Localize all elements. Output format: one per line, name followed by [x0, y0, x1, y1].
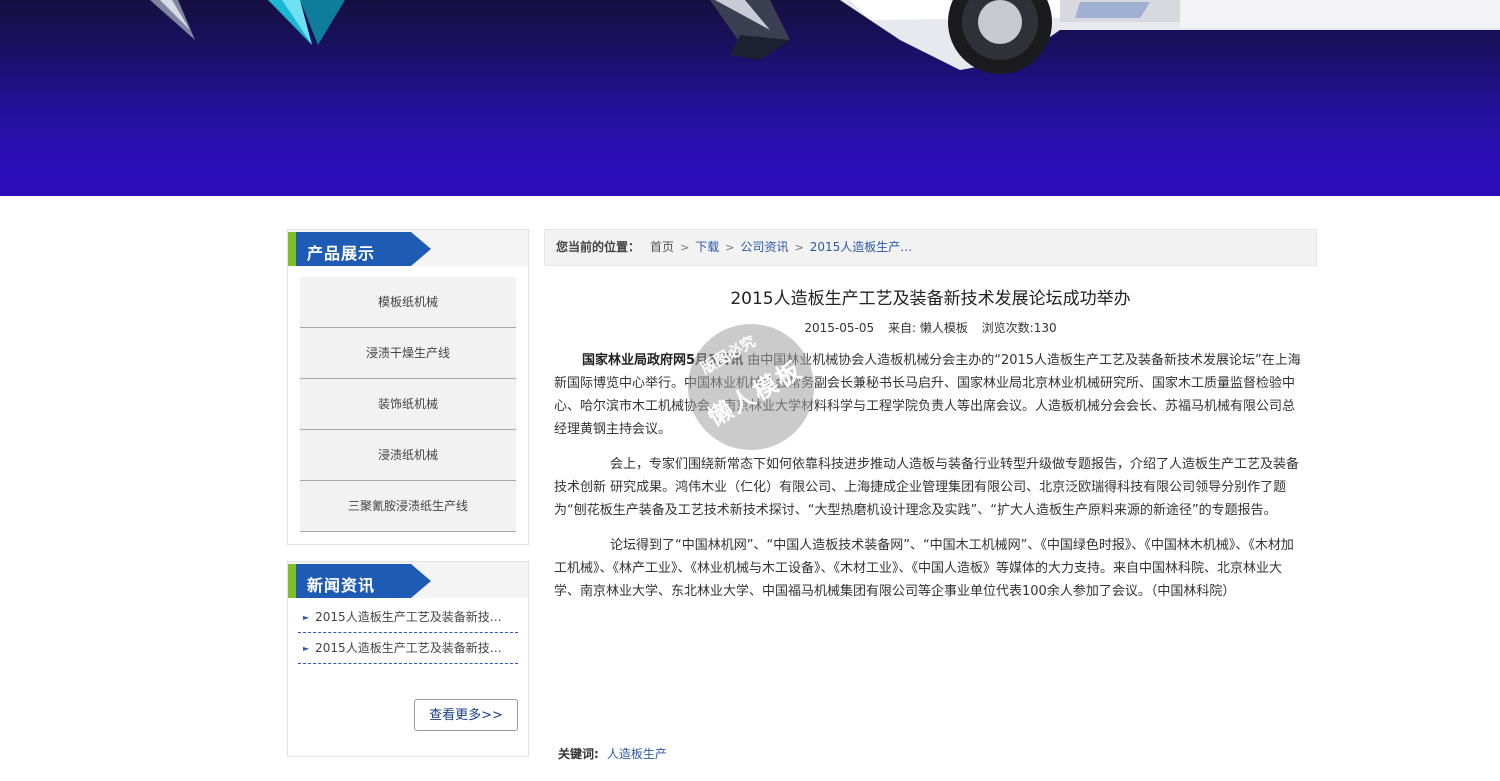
breadcrumb-company-news[interactable]: 公司资讯 [740, 240, 788, 254]
header-green-bar [288, 564, 296, 598]
breadcrumb-current[interactable]: 2015人造板生产… [810, 240, 913, 254]
news-panel-title: 新闻资讯 [307, 576, 376, 595]
bullet-arrow-icon: ► [303, 613, 310, 622]
breadcrumb-label: 您当前的位置： [556, 240, 641, 254]
products-panel-header: 产品展示 [288, 230, 528, 266]
products-panel: 产品展示 模板纸机械 浸渍干燥生产线 装饰纸机械 浸渍纸机械 三聚氰胺浸渍纸生产… [287, 229, 529, 545]
news-panel: 新闻资讯 ► 2015人造板生产工艺及装备新技… ► 2015人造板生产工艺及装备新… [287, 561, 529, 757]
news-list: ► 2015人造板生产工艺及装备新技… ► 2015人造板生产工艺及装备新技… [288, 598, 528, 688]
product-item[interactable]: 三聚氰胺浸渍纸生产线 [300, 481, 516, 532]
more-wrap: 查看更多>> [288, 688, 528, 756]
header-green-bar [288, 232, 296, 266]
news-item-label: 2015人造板生产工艺及装备新技… [315, 610, 502, 624]
chevron-right-icon: > [680, 241, 690, 254]
chevron-right-icon: > [725, 241, 735, 254]
news-item[interactable]: ► 2015人造板生产工艺及装备新技… [298, 633, 518, 664]
news-item[interactable]: ► 2015人造板生产工艺及装备新技… [298, 602, 518, 633]
products-panel-title: 产品展示 [307, 244, 376, 263]
banner-artwork [150, 0, 1500, 74]
breadcrumb-download[interactable]: 下载 [695, 240, 719, 254]
article-views: 浏览次数:130 [981, 321, 1057, 335]
watermark-stamp: 版图必究 懒人模板 [688, 324, 814, 450]
product-item[interactable]: 浸渍纸机械 [300, 430, 516, 481]
product-item[interactable]: 浸渍干燥生产线 [300, 328, 516, 379]
chevron-right-icon: > [794, 241, 804, 254]
sidebar: 产品展示 模板纸机械 浸渍干燥生产线 装饰纸机械 浸渍纸机械 三聚氰胺浸渍纸生产… [287, 229, 529, 757]
breadcrumb: 您当前的位置： 首页 > 下载 > 公司资讯 >2015人造板生产… [544, 229, 1317, 266]
article-date: 2015-05-05 [804, 321, 875, 335]
article-meta: 2015-05-05 来自: 懒人模板 浏览次数:130 [544, 319, 1317, 337]
article-body: 国家林业局政府网5月5日讯 由中国林业机械协会人造板机械分会主办的“2015人造… [544, 349, 1317, 603]
main-content: 您当前的位置： 首页 > 下载 > 公司资讯 >2015人造板生产… 2015人造板生产工艺… [544, 229, 1317, 761]
news-panel-header: 新闻资讯 [288, 562, 528, 598]
article-paragraph: 国家林业局政府网5月5日讯 由中国林业机械协会人造板机械分会主办的“2015人造… [554, 349, 1303, 441]
article-paragraph: 论坛得到了“中国林机网”、“中国人造板技术装备网”、“中国木工机械网”、《中国绿… [554, 538, 1294, 599]
article-title: 2015人造板生产工艺及装备新技术发展论坛成功举办 [730, 289, 1131, 309]
keyword-link[interactable]: 人造板生产 [607, 747, 667, 761]
product-list: 模板纸机械 浸渍干燥生产线 装饰纸机械 浸渍纸机械 三聚氰胺浸渍纸生产线 [288, 266, 528, 544]
view-more-button[interactable]: 查看更多>> [414, 699, 518, 731]
hero-banner [0, 0, 1500, 196]
product-item[interactable]: 装饰纸机械 [300, 379, 516, 430]
article-keywords: 关键词: 人造板生产 [558, 745, 667, 762]
breadcrumb-home[interactable]: 首页 [650, 240, 674, 254]
article-paragraph: 会上，专家们围绕新常态下如何依靠科技进步推动人造板与装备行业转型升级做专题报告，… [554, 457, 1300, 518]
keywords-label: 关键词: [558, 747, 599, 761]
product-item[interactable]: 模板纸机械 [300, 277, 516, 328]
bullet-arrow-icon: ► [303, 644, 310, 653]
news-item-label: 2015人造板生产工艺及装备新技… [315, 641, 502, 655]
article-source: 来自: 懒人模板 [887, 321, 968, 335]
